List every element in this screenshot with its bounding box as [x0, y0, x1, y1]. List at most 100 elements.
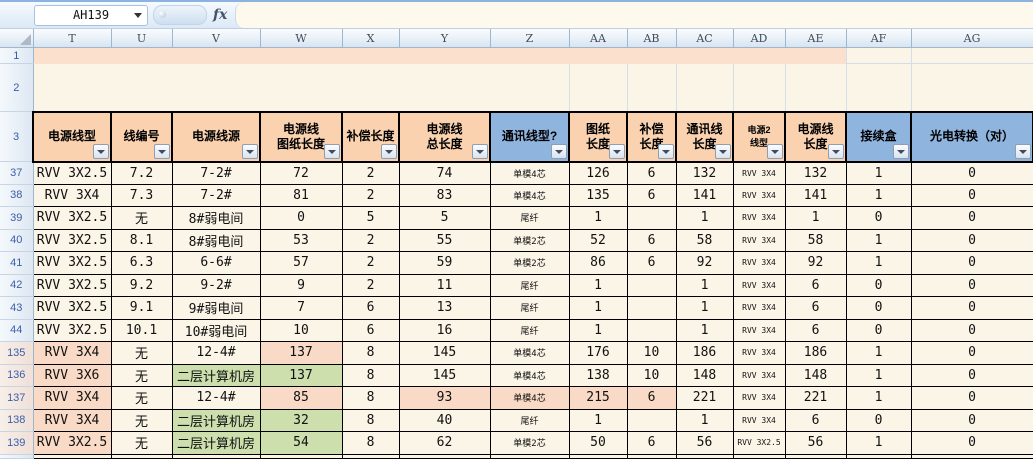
cell-T43[interactable]: RVV 3X2.5	[32, 296, 112, 320]
cell-AB42[interactable]	[626, 273, 677, 297]
header-cell-V[interactable]: 电源线源	[171, 110, 261, 163]
cell-AD136[interactable]: RVV 3X4	[732, 363, 786, 387]
cell-AE38[interactable]: 141	[784, 183, 847, 207]
cell-AD138[interactable]: RVV 3X4	[732, 408, 786, 432]
cell-AF136[interactable]: 1	[845, 363, 912, 387]
filter-dropdown-icon[interactable]	[381, 143, 397, 159]
header-cell-AF[interactable]: 接续盒	[845, 110, 912, 163]
cell-AE39[interactable]: 1	[784, 206, 847, 230]
header-cell-Z[interactable]: 通讯线型?	[489, 110, 570, 163]
cell-AG43[interactable]: 0	[910, 296, 1033, 320]
column-header-AB[interactable]: AB	[627, 29, 677, 48]
cell-AA44[interactable]: 1	[568, 318, 628, 342]
cell-W43[interactable]: 7	[259, 296, 343, 320]
cell-T138[interactable]: RVV 3X4	[32, 408, 112, 432]
cell-V39[interactable]: 8#弱电间	[171, 206, 261, 230]
cell-Z40[interactable]: 单模2芯	[489, 228, 570, 252]
cell-Y43[interactable]: 13	[398, 296, 491, 320]
highlight-band-cell[interactable]	[33, 47, 847, 64]
cell-U40[interactable]: 8.1	[110, 228, 173, 252]
cell-U135[interactable]: 无	[110, 341, 173, 365]
cell-AC135[interactable]: 186	[675, 341, 734, 365]
cell-AA137[interactable]: 215	[568, 386, 628, 410]
cell-U41[interactable]: 6.3	[110, 251, 173, 275]
cell-X136[interactable]: 8	[341, 363, 400, 387]
cell-AA139[interactable]: 50	[568, 431, 628, 455]
cell-AB37[interactable]: 6	[626, 161, 677, 185]
cell-Z138[interactable]: 尾纤	[489, 408, 570, 432]
cell-AC136[interactable]: 148	[675, 363, 734, 387]
cell-X40[interactable]: 2	[341, 228, 400, 252]
cell-W44[interactable]: 10	[259, 318, 343, 342]
cell-row2[interactable]	[676, 63, 734, 112]
cell-W42[interactable]: 9	[259, 273, 343, 297]
cell-AB41[interactable]: 6	[626, 251, 677, 275]
cell-AG42[interactable]: 0	[910, 273, 1033, 297]
cell-AE138[interactable]: 6	[784, 408, 847, 432]
cell-X135[interactable]: 8	[341, 341, 400, 365]
column-header-AC[interactable]: AC	[676, 29, 734, 48]
filter-dropdown-icon[interactable]	[551, 143, 567, 159]
cell-AG1[interactable]	[911, 47, 1033, 64]
cell-AA37[interactable]: 126	[568, 161, 628, 185]
name-box[interactable]: AH139	[34, 4, 148, 26]
cell-U139[interactable]: 无	[110, 431, 173, 455]
cell-AE43[interactable]: 6	[784, 296, 847, 320]
cell-row2[interactable]	[785, 63, 847, 112]
cell-Z44[interactable]: 尾纤	[489, 318, 570, 342]
filter-dropdown-icon[interactable]	[154, 143, 170, 159]
header-cell-AE[interactable]: 电源线 长度	[784, 110, 847, 163]
cell-Y41[interactable]: 59	[398, 251, 491, 275]
row-header-39[interactable]: 39	[0, 206, 34, 230]
filter-dropdown-icon[interactable]	[767, 143, 783, 159]
cell-AC42[interactable]: 1	[675, 273, 734, 297]
cell-row2[interactable]	[569, 63, 628, 112]
cell-Y135[interactable]: 145	[398, 341, 491, 365]
cell-Z135[interactable]: 单模4芯	[489, 341, 570, 365]
row-header-43[interactable]: 43	[0, 296, 34, 320]
cell-AF43[interactable]: 0	[845, 296, 912, 320]
cell-row2[interactable]	[846, 63, 912, 112]
cell-AE136[interactable]: 148	[784, 363, 847, 387]
filter-dropdown-icon[interactable]	[828, 143, 844, 159]
cell-X138[interactable]: 8	[341, 408, 400, 432]
filter-dropdown-icon[interactable]	[472, 143, 488, 159]
cell-row2[interactable]	[490, 63, 570, 112]
filter-dropdown-icon[interactable]	[242, 143, 258, 159]
cell-W37[interactable]: 72	[259, 161, 343, 185]
cell-AC37[interactable]: 132	[675, 161, 734, 185]
cell-V40[interactable]: 8#弱电间	[171, 228, 261, 252]
row-header-138[interactable]: 138	[0, 409, 34, 432]
namebox-formula-splitter[interactable]	[153, 5, 207, 25]
cell-V43[interactable]: 9#弱电间	[171, 296, 261, 320]
cell-AA136[interactable]: 138	[568, 363, 628, 387]
column-header-Y[interactable]: Y	[399, 29, 491, 48]
cell-Y40[interactable]: 55	[398, 228, 491, 252]
cell-U43[interactable]: 9.1	[110, 296, 173, 320]
cell-X42[interactable]: 2	[341, 273, 400, 297]
cell-Y37[interactable]: 74	[398, 161, 491, 185]
formula-input[interactable]	[235, 2, 1033, 28]
cell-AE44[interactable]: 6	[784, 318, 847, 342]
cell-AA135[interactable]: 176	[568, 341, 628, 365]
cell-Z137[interactable]: 单模4芯	[489, 386, 570, 410]
cell-AA138[interactable]: 1	[568, 408, 628, 432]
row-header-37[interactable]: 37	[0, 161, 34, 185]
column-header-U[interactable]: U	[111, 29, 173, 48]
cell-AA41[interactable]: 86	[568, 251, 628, 275]
cell-T137[interactable]: RVV 3X4	[32, 386, 112, 410]
cell-AC40[interactable]: 58	[675, 228, 734, 252]
cell-AB138[interactable]	[626, 408, 677, 432]
filter-dropdown-icon[interactable]	[715, 143, 731, 159]
row-header-136[interactable]: 136	[0, 364, 34, 387]
cell-V139[interactable]: 二层计算机房	[171, 431, 261, 455]
cell-Z42[interactable]: 尾纤	[489, 273, 570, 297]
cell-T37[interactable]: RVV 3X2.5	[32, 161, 112, 185]
filter-dropdown-icon[interactable]	[324, 143, 340, 159]
cell-AB39[interactable]	[626, 206, 677, 230]
cell-Z41[interactable]: 单模2芯	[489, 251, 570, 275]
row-header-44[interactable]: 44	[0, 319, 34, 342]
column-header-T[interactable]: T	[33, 29, 112, 48]
cell-Z139[interactable]: 单模2芯	[489, 431, 570, 455]
cell-AF42[interactable]: 0	[845, 273, 912, 297]
